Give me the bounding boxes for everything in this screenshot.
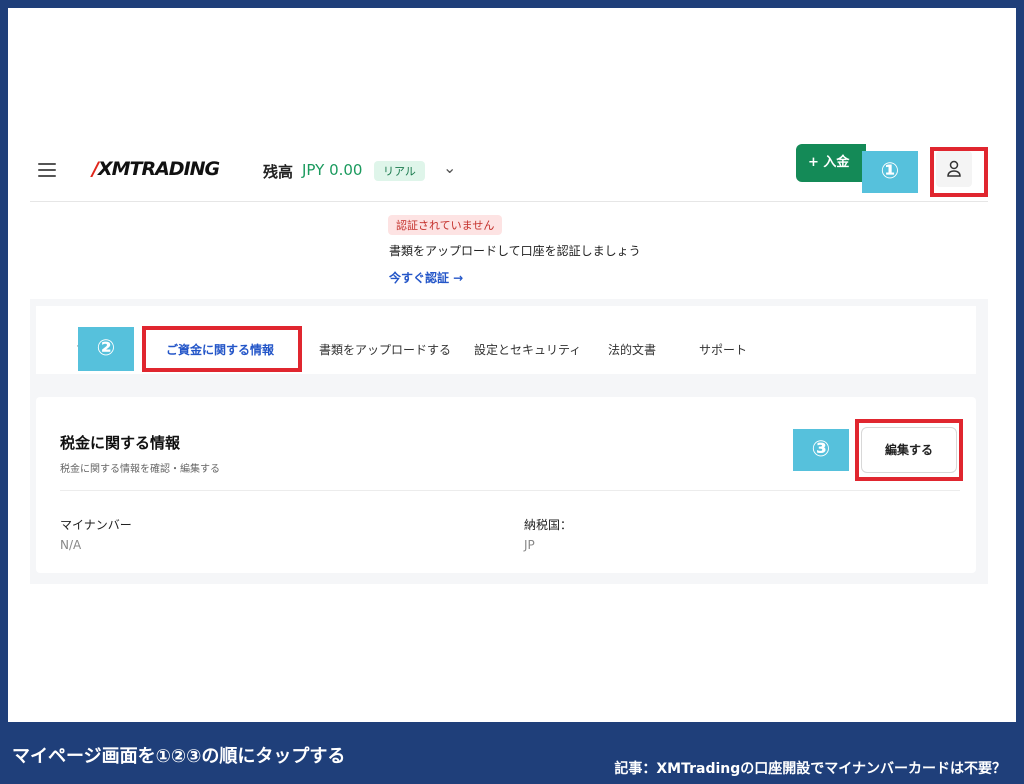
tab-support[interactable]: サポート (699, 341, 747, 358)
user-icon (947, 160, 961, 177)
not-verified-badge: 認証されていません (388, 215, 503, 235)
card-divider (60, 490, 960, 491)
tax-country-value: JP (524, 538, 535, 552)
xmtrading-logo[interactable]: /XMTRADING (92, 158, 220, 180)
deposit-button[interactable]: + 入金 (796, 144, 866, 182)
annotation-step-1: ① (862, 151, 918, 193)
instruction-caption: マイページ画面を①②③の順にタップする (12, 746, 346, 767)
tax-country-label: 納税国： (524, 518, 573, 532)
my-number-value: N/A (60, 538, 82, 552)
hamburger-menu-icon[interactable] (38, 163, 56, 177)
verify-now-link[interactable]: 今すぐ認証 → (389, 269, 463, 286)
tab-upload-documents[interactable]: 書類をアップロードする (319, 341, 451, 358)
annotation-step-2: ② (78, 327, 134, 371)
tab-settings-security[interactable]: 設定とセキュリティ (474, 341, 581, 358)
user-account-button[interactable] (936, 151, 972, 187)
tax-info-title: 税金に関する情報 (60, 434, 181, 452)
my-number-label: マイナンバー (60, 518, 132, 532)
highlight-edit-button (855, 419, 963, 481)
chevron-down-icon[interactable]: ⌄ (443, 158, 456, 177)
balance-value: JPY 0.00 (302, 161, 363, 179)
account-type-badge: リアル (374, 161, 425, 181)
tax-info-subtitle: 税金に関する情報を確認・編集する (60, 464, 220, 475)
highlight-fund-info-tab (142, 326, 302, 372)
article-caption: 記事：XMTradingの口座開設でマイナンバーカードは不要？ (614, 761, 1006, 777)
balance-label: 残高 (263, 163, 294, 181)
tab-legal-documents[interactable]: 法的文書 (608, 341, 656, 358)
verification-message: 書類をアップロードして口座を認証しましょう (389, 244, 641, 258)
header-divider (30, 201, 988, 202)
tax-info-card (36, 397, 976, 573)
annotation-step-3: ③ (793, 429, 849, 471)
